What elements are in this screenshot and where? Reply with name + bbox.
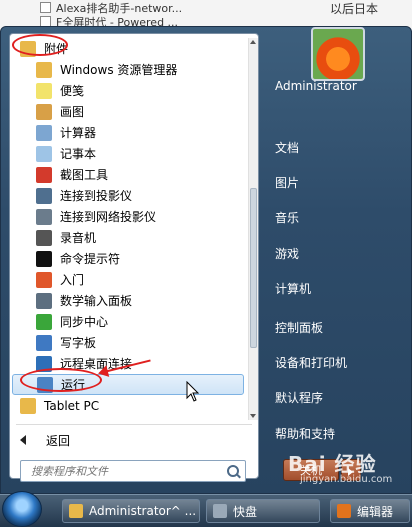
back-arrow-icon [20, 435, 26, 445]
programs-list: 附件 Windows 资源管理器 便笺 画图 计算器 记事本 截图工具 连接到投影仪 连接到网络… [12, 38, 248, 420]
program-label: 命令提示符 [60, 252, 121, 266]
back-button[interactable]: 返回 [20, 430, 70, 450]
user-name-link[interactable]: Administrator [275, 79, 357, 93]
user-avatar[interactable] [311, 27, 365, 81]
sticky-notes-icon [36, 82, 52, 99]
program-item[interactable]: 入门 [12, 269, 244, 290]
program-item[interactable]: Tablet PC [12, 395, 244, 416]
start-orb-icon[interactable] [2, 491, 42, 527]
back-label: 返回 [46, 433, 71, 448]
program-item[interactable]: 画图 [12, 101, 244, 122]
scroll-down-icon[interactable] [250, 414, 256, 418]
taskbar-button[interactable]: 编辑器 [330, 499, 410, 523]
right-menu-item[interactable]: 图片 [275, 174, 299, 191]
divider [16, 424, 252, 425]
program-label: 截图工具 [60, 168, 109, 182]
program-item[interactable]: 同步中心 [12, 311, 244, 332]
program-item[interactable]: 截图工具 [12, 164, 244, 185]
right-menu-item[interactable]: 默认程序 [275, 389, 323, 406]
scroll-thumb[interactable] [250, 188, 257, 348]
sync-center-icon [36, 313, 52, 330]
program-item[interactable]: 写字板 [12, 332, 244, 353]
right-menu-item[interactable]: 音乐 [275, 209, 299, 226]
right-menu-item[interactable]: 游戏 [275, 245, 299, 262]
taskbar-button-label: 编辑器 [357, 504, 394, 519]
right-menu-item[interactable]: 控制面板 [275, 319, 323, 336]
microphone-icon [36, 229, 52, 246]
explorer-icon [36, 61, 52, 78]
program-label: 连接到投影仪 [60, 189, 133, 203]
taskbar-button[interactable]: 快盘 [206, 499, 320, 523]
program-label: 连接到网络投影仪 [60, 210, 157, 224]
math-input-icon [36, 292, 52, 309]
program-label: 写字板 [60, 336, 97, 350]
program-item[interactable]: 录音机 [12, 227, 244, 248]
program-label: Tablet PC [44, 398, 100, 413]
programs-scrollbar[interactable] [248, 38, 258, 420]
calculator-icon [36, 124, 52, 141]
folder-icon [69, 504, 83, 518]
start-menu: 附件 Windows 资源管理器 便笺 画图 计算器 记事本 截图工具 连接到投影仪 连接到网络… [0, 26, 412, 494]
firefox-icon [337, 504, 351, 518]
program-label: 录音机 [60, 231, 97, 245]
watermark: Bai 经验 [288, 452, 377, 476]
program-label: 计算器 [60, 126, 97, 140]
search-box[interactable] [20, 460, 246, 482]
annotation-ring-accessories [12, 34, 68, 56]
taskbar-button[interactable]: Administrator^ ... [62, 499, 200, 523]
right-menu-item[interactable]: 帮助和支持 [275, 425, 335, 442]
wordpad-icon [36, 334, 52, 351]
projector-icon [36, 187, 52, 204]
program-item[interactable]: 命令提示符 [12, 248, 244, 269]
program-label: 入门 [60, 273, 85, 287]
command-prompt-icon [36, 250, 52, 267]
programs-panel: 附件 Windows 资源管理器 便笺 画图 计算器 记事本 截图工具 连接到投影仪 连接到网络… [9, 33, 259, 482]
program-item[interactable]: Windows 资源管理器 [12, 59, 244, 80]
snipping-tool-icon [36, 166, 52, 183]
background-right-text: 以后日本 [330, 2, 379, 16]
right-menu-item[interactable]: 文档 [275, 139, 299, 156]
annotation-ring-run [20, 368, 102, 392]
program-item[interactable]: 便笺 [12, 80, 244, 101]
right-menu-item[interactable]: 计算机 [275, 280, 311, 297]
taskbar-button-label: Administrator^ ... [89, 504, 197, 518]
getting-started-icon [36, 271, 52, 288]
taskbar-button-label: 快盘 [233, 504, 258, 519]
search-icon[interactable] [227, 465, 239, 477]
checkbox-icon [40, 2, 51, 13]
folder-icon [20, 397, 36, 414]
program-item[interactable]: 数学输入面板 [12, 290, 244, 311]
taskbar: Administrator^ ... 快盘 编辑器 [0, 491, 412, 527]
program-item[interactable]: 连接到网络投影仪 [12, 206, 244, 227]
program-label: 画图 [60, 105, 85, 119]
scroll-up-icon[interactable] [250, 40, 256, 44]
paint-icon [36, 103, 52, 120]
drive-icon [213, 504, 227, 518]
mouse-cursor-icon [186, 381, 200, 402]
program-item[interactable]: 记事本 [12, 143, 244, 164]
notepad-icon [36, 145, 52, 162]
program-label: Windows 资源管理器 [60, 63, 178, 77]
right-menu-item[interactable]: 设备和打印机 [275, 354, 347, 371]
program-label: 同步中心 [60, 315, 109, 329]
program-item[interactable]: 连接到投影仪 [12, 185, 244, 206]
program-label: 数学输入面板 [60, 294, 133, 308]
network-projector-icon [36, 208, 52, 225]
program-label: 记事本 [60, 147, 97, 161]
program-item[interactable]: 计算器 [12, 122, 244, 143]
search-input[interactable] [29, 463, 213, 479]
watermark-sub: jingyan.baidu.com [300, 474, 393, 485]
program-label: 便笺 [60, 84, 85, 98]
